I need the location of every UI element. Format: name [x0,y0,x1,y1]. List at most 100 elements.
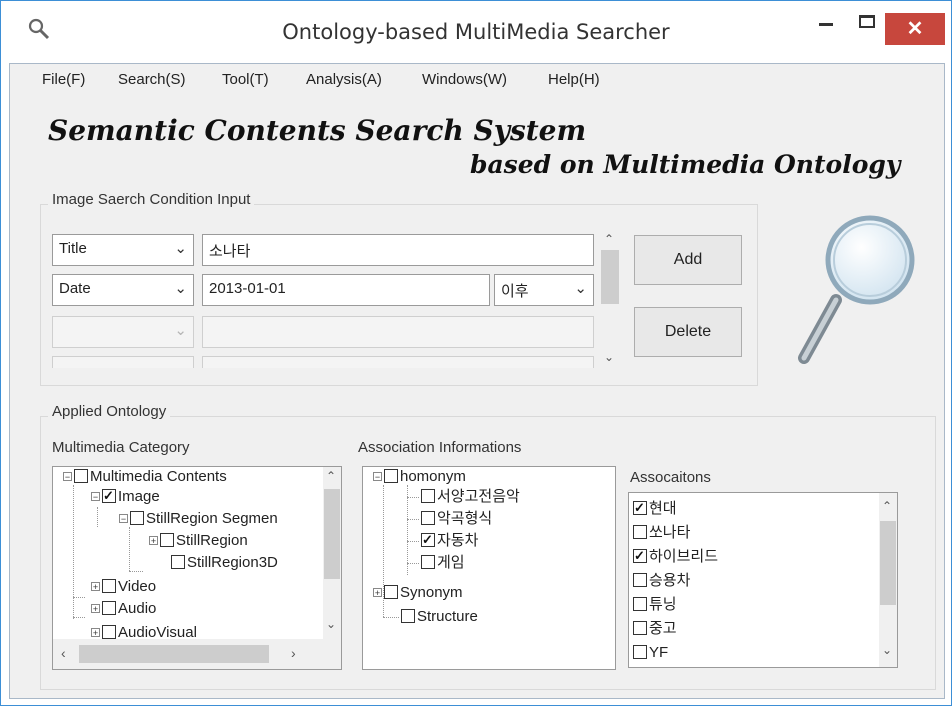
expand-icon[interactable]: + [149,536,158,546]
scroll-thumb[interactable] [324,489,340,579]
list-item[interactable]: 중고 [633,619,677,639]
associations-list[interactable]: 현대 쏘나타 하이브리드 승용차 튜닝 중고 YF ⌃ ⌄ [628,492,898,668]
category-hscroll[interactable]: ‹ › [53,639,341,669]
add-button[interactable]: Add [634,235,742,285]
scroll-up-icon[interactable]: ⌃ [326,469,336,483]
tree-node[interactable]: + StillRegion [149,531,248,551]
checkbox[interactable] [633,597,647,611]
tree-node[interactable]: 게임 [421,553,465,573]
menu-file[interactable]: File(F) [42,71,85,88]
checkbox[interactable] [421,555,435,569]
checkbox[interactable] [102,625,116,639]
checkbox[interactable] [633,621,647,635]
list-item[interactable]: 현대 [633,499,677,519]
tree-node[interactable]: + Video [91,577,156,597]
value-input-empty-2[interactable] [202,356,594,368]
tree-node[interactable]: 악곡형식 [421,509,492,529]
checkbox[interactable] [102,601,116,615]
scroll-down-icon[interactable]: ⌄ [882,643,892,657]
item-label: 승용차 [649,572,691,589]
tree-node[interactable]: + AudioVisual [91,623,197,639]
checkbox[interactable] [421,511,435,525]
scroll-down-icon[interactable]: ⌄ [604,350,614,364]
title-bar[interactable]: Ontology-based MultiMedia Searcher ✕ [1,1,951,61]
scroll-left-icon[interactable]: ‹ [61,645,66,661]
tree-node[interactable]: + Audio [91,599,156,619]
conditions-scrollbar[interactable]: ⌃ ⌄ [600,232,620,368]
node-label: homonym [400,468,466,485]
list-item[interactable]: 승용차 [633,571,690,591]
magnifying-glass-icon [798,215,915,364]
checkbox[interactable] [384,469,398,483]
expand-icon[interactable]: + [91,582,100,592]
tree-node[interactable]: 자동차 [421,531,478,551]
list-item[interactable]: YF [633,643,668,663]
checkbox[interactable] [633,645,647,659]
delete-button[interactable]: Delete [634,307,742,357]
checkbox[interactable] [102,579,116,593]
checkbox-checked[interactable] [633,549,647,563]
scroll-down-icon[interactable]: ⌄ [326,617,336,631]
menu-tool[interactable]: Tool(T) [222,71,269,88]
checkbox-checked[interactable] [102,489,116,503]
scroll-up-icon[interactable]: ⌃ [882,499,892,513]
associations-label: Assocaitons [626,469,715,486]
list-item[interactable]: 쏘나타 [633,523,690,543]
minimize-button[interactable] [819,23,833,26]
checkbox[interactable] [130,511,144,525]
value-input-title[interactable]: 소나타 [202,234,594,266]
checkbox[interactable] [384,585,398,599]
associations-vscroll[interactable]: ⌃ ⌄ [879,493,897,667]
collapse-icon[interactable]: − [91,492,100,502]
scroll-right-icon[interactable]: › [291,645,296,661]
checkbox[interactable] [421,489,435,503]
tree-node[interactable]: − Image [91,487,160,507]
field-select-title[interactable]: Title ⌄ [52,234,194,266]
value-input-date[interactable]: 2013-01-01 [202,274,490,306]
checkbox[interactable] [171,555,185,569]
category-vscroll[interactable]: ⌃ ⌄ [323,467,341,639]
checkbox[interactable] [401,609,415,623]
checkbox[interactable] [633,573,647,587]
collapse-icon[interactable]: − [119,514,128,524]
tree-node[interactable]: 서양고전음악 [421,487,520,507]
tree-node[interactable]: + Synonym [373,583,463,603]
close-button[interactable]: ✕ [885,13,945,45]
checkbox-checked[interactable] [421,533,435,547]
tree-node[interactable]: − StillRegion Segmen [119,509,278,529]
checkbox[interactable] [74,469,88,483]
tree-node[interactable]: Structure [401,607,478,627]
menu-analysis[interactable]: Analysis(A) [306,71,382,88]
expand-icon[interactable]: + [91,604,100,614]
field-select-date[interactable]: Date ⌄ [52,274,194,306]
maximize-button[interactable] [859,15,875,28]
window-title: Ontology-based MultiMedia Searcher [282,20,670,44]
checkbox[interactable] [633,525,647,539]
menu-search[interactable]: Search(S) [118,71,186,88]
list-item[interactable]: 하이브리드 [633,547,718,567]
list-item[interactable]: 튜닝 [633,595,677,615]
tree-node[interactable]: − homonym [373,467,466,487]
scroll-thumb[interactable] [601,250,619,304]
checkbox-checked[interactable] [633,501,647,515]
scroll-thumb[interactable] [79,645,269,663]
collapse-icon[interactable]: − [373,472,382,482]
scroll-up-icon[interactable]: ⌃ [604,232,614,246]
node-label: Image [118,488,160,505]
tree-node[interactable]: StillRegion3D [171,553,278,573]
association-info-tree[interactable]: − homonym 서양고전음악 악곡형식 자동차 게임 + Synonym Str… [362,466,616,670]
checkbox[interactable] [160,533,174,547]
tree-node[interactable]: − Multimedia Contents [63,467,227,487]
collapse-icon[interactable]: − [63,472,72,482]
menu-windows[interactable]: Windows(W) [422,71,507,88]
item-label: 중고 [649,620,677,637]
scroll-thumb[interactable] [880,521,896,605]
value-input-empty[interactable] [202,316,594,348]
field-select-empty[interactable]: ⌄ [52,316,194,348]
expand-icon[interactable]: + [91,628,100,638]
multimedia-category-tree[interactable]: − Multimedia Contents − Image − StillRegion… [52,466,342,670]
date-qualifier-select[interactable]: 이후 ⌄ [494,274,594,306]
menu-help[interactable]: Help(H) [548,71,600,88]
field-select-empty-2[interactable] [52,356,194,368]
expand-icon[interactable]: + [373,588,382,598]
